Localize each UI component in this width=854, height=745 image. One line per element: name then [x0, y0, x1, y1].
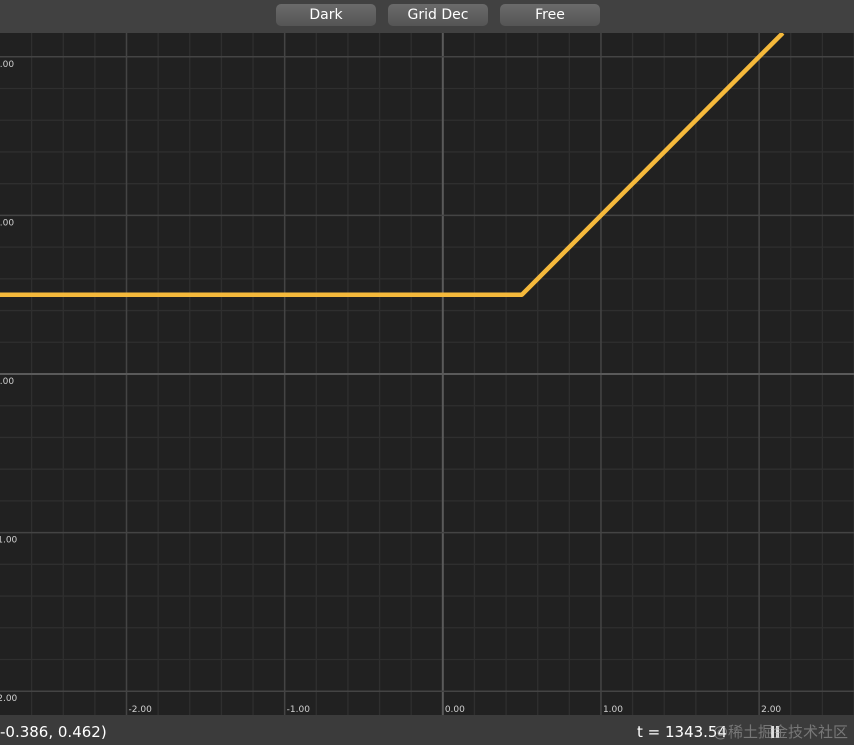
x-tick-label: -2.00: [129, 705, 153, 715]
plot-area[interactable]: -2.00 -1.00 0.00 1.00 2.00 2.00 1.00 0.00 -1.00 -…: [0, 33, 854, 715]
x-tick-label: 1.00: [603, 705, 623, 715]
watermark: @稀土掘金技术社区: [712, 723, 848, 741]
y-tick-label: -1.00: [0, 536, 18, 546]
grid-mode-button[interactable]: Grid Dec: [388, 4, 488, 26]
theme-button[interactable]: Dark: [276, 4, 376, 26]
cursor-coordinates: -0.386, 0.462): [0, 723, 107, 741]
status-bar: -0.386, 0.462) t = 1343.54 @稀土掘金技术社区: [0, 715, 854, 745]
y-tick-label: 1.00: [0, 218, 14, 228]
view-mode-button[interactable]: Free: [500, 4, 600, 26]
function-curve: [0, 33, 785, 297]
y-tick-label: 2.00: [0, 60, 14, 70]
y-tick-label: 0.00: [0, 377, 14, 387]
x-tick-label: 0.00: [445, 705, 465, 715]
graph-canvas[interactable]: -2.00 -1.00 0.00 1.00 2.00 2.00 1.00 0.00 -1.00 -…: [0, 33, 854, 715]
y-tick-label: -2.00: [0, 694, 18, 704]
toolbar: Dark Grid Dec Free: [0, 0, 854, 33]
x-tick-label: 2.00: [761, 705, 781, 715]
x-tick-label: -1.00: [287, 705, 311, 715]
plot-app: Dark Grid Dec Free -2.00 -1.00 0.00 1.00 2.0…: [0, 0, 854, 745]
